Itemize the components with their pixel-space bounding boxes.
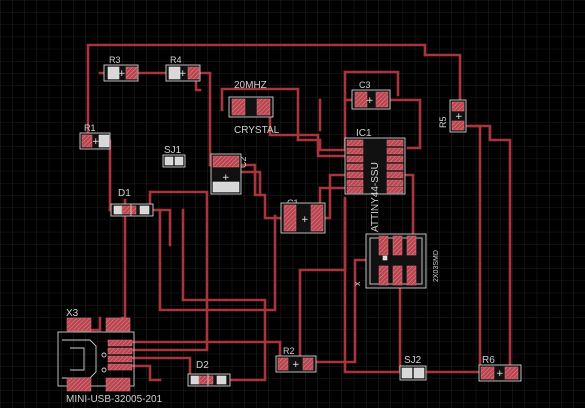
c2-polarity-mark: + [222,173,230,183]
ic1-pin [386,163,404,171]
c3-pad-2 [375,91,389,108]
r1-polarity-mark: + [92,137,100,147]
usb-mount-pad [66,317,92,332]
ic1-pin [386,171,404,179]
header-pin [378,265,389,286]
crystal-pad-2 [256,98,271,116]
ic1-label: IC1 [356,128,372,139]
r2-polarity-mark: + [292,360,300,370]
r6-polarity-mark: + [496,369,504,379]
usb-signal-pad [107,347,133,355]
crystal-value-label: 20MHZ [234,80,267,91]
usb-mount-pad [105,317,131,332]
usb-mount-pad [105,377,131,392]
r4-label: R4 [170,55,182,65]
sj2-label: SJ2 [404,355,422,366]
d2-pad-2 [216,375,227,385]
r1-pad-2 [98,134,110,148]
r3-polarity-mark: + [118,69,126,79]
usb-signal-pad [107,355,133,363]
r5-polarity-mark: + [455,112,463,122]
r5-pad-2 [451,120,465,131]
sj1-pad-2 [174,156,184,166]
sj2-pad-1 [401,367,413,379]
usb-mount-pad [66,377,92,392]
ic1-pin [386,186,404,194]
r1-pad-1 [81,134,93,148]
r4-pad-2 [187,66,200,80]
r2-label: R2 [283,346,295,356]
ic1-left-pins [346,139,364,194]
crystal-pad-1 [231,98,246,116]
usb-signal-pad [107,363,133,371]
ic1-pin [346,171,364,179]
usb-signal-pad [107,339,133,347]
ic1-part-label: ATTINY44-SSU [370,162,381,232]
sj1-label: SJ1 [164,145,182,156]
x3-label: X3 [66,308,79,319]
r3-pad-2 [125,66,138,80]
ic1-right-pins [386,139,404,194]
c1-polarity-mark: + [301,215,309,225]
ic1-pin [346,139,364,147]
pcb-board: R3 + R4 + R1 + 20MHZ CRYSTAL C3 + R5 + S… [0,0,585,408]
r4-polarity-mark: + [179,69,187,79]
c2-pad-2 [212,181,240,193]
ic1-pin [386,147,404,155]
ic1-pin [346,163,364,171]
r1-label: R1 [84,123,96,133]
header-pin [392,235,403,256]
ic1-pin [386,155,404,163]
c1-pad-2 [310,204,324,232]
ic1-pin [386,139,404,147]
usb-part-label: MINI-USB-32005-201 [66,394,163,405]
crystal-name-label: CRYSTAL [234,125,280,136]
d1-pad-2 [139,205,150,215]
header-part-label: 2X03SMD [433,250,440,282]
r3-label: R3 [109,55,121,65]
ic1-pin [386,179,404,187]
ic1-pin [346,155,364,163]
r6-pad-1 [480,366,495,380]
ic1-pin [346,147,364,155]
header-pin1-mark [382,255,388,261]
header-pin [406,235,417,256]
c3-label: C3 [359,80,371,90]
d2-body [198,375,214,385]
r5-pad-1 [451,101,465,112]
r6-pad-2 [504,366,519,380]
r2-pad-2 [302,357,314,371]
sj2-pad-2 [413,367,425,379]
header-pin [378,235,389,256]
d2-pad-1 [190,375,200,385]
capacitor-c1[interactable]: C1 + [280,198,326,234]
ic1-pin [346,179,364,187]
ic1-pin [346,186,364,194]
sj1-pad-1 [164,156,174,166]
r6-label: R6 [482,355,495,366]
header-name-label: x [352,281,362,286]
c1-pad-1 [283,204,297,232]
d2-label: D2 [196,360,209,371]
r5-label: R5 [438,116,448,128]
d1-pad-1 [113,205,123,215]
header-pin [406,265,417,286]
header-pin [392,265,403,286]
c3-polarity-mark: + [366,96,374,106]
r2-pad-1 [277,357,289,371]
c2-pad-1 [212,155,240,168]
d1-label: D1 [118,188,131,199]
d1-body [121,205,137,215]
